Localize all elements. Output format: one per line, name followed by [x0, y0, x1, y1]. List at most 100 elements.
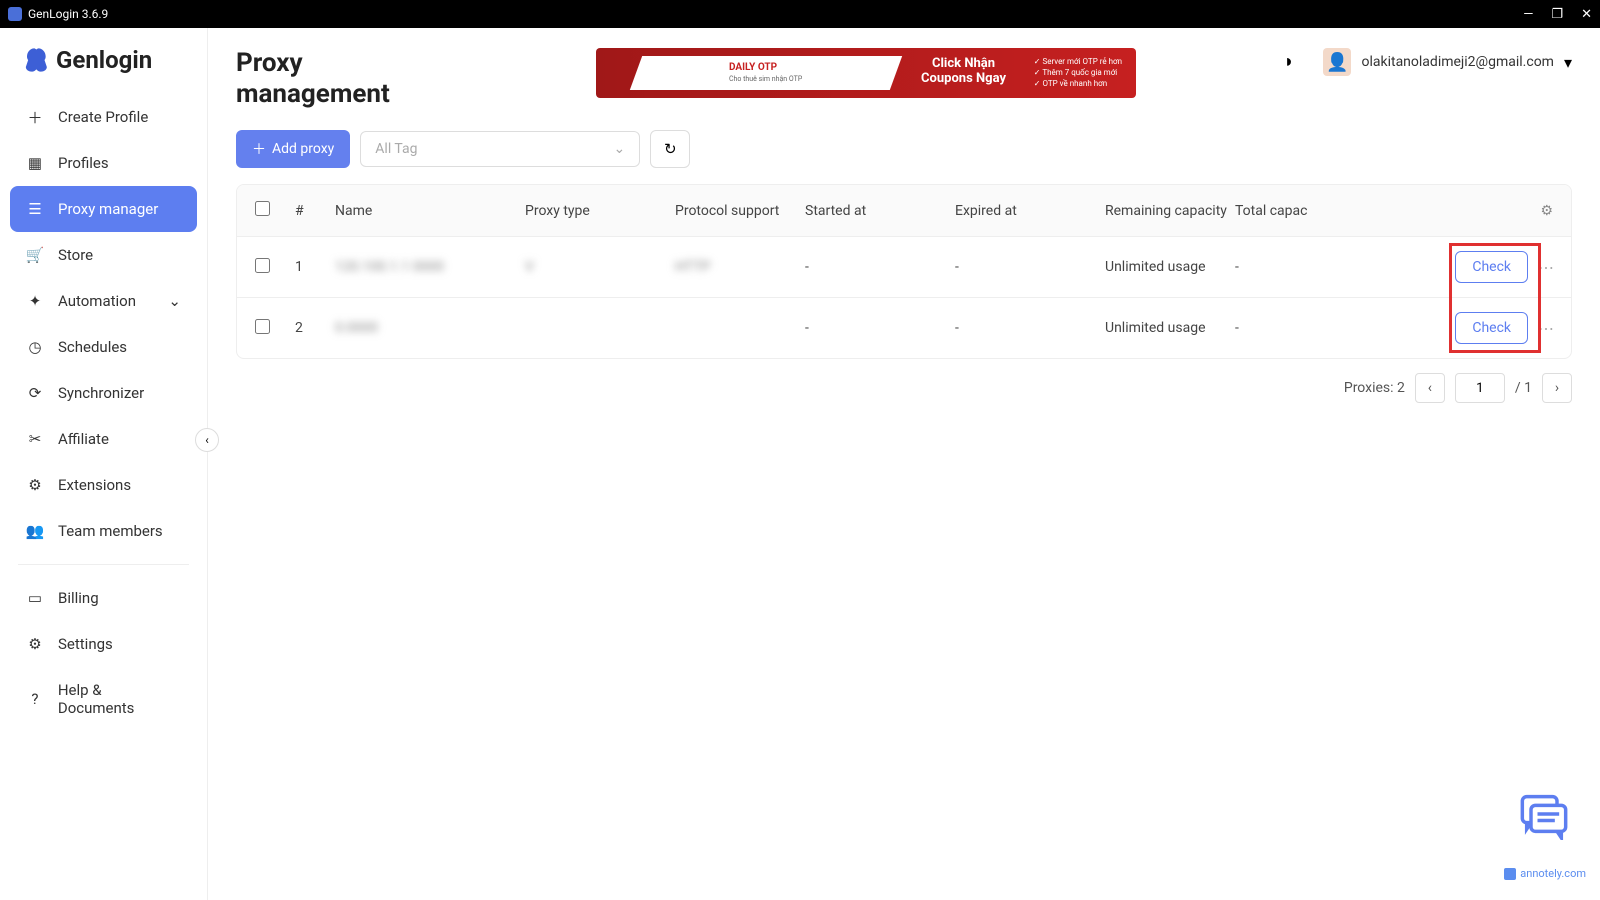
- sidebar-item-label: Proxy manager: [58, 200, 158, 218]
- page-input[interactable]: [1455, 373, 1505, 403]
- clock-icon: ◷: [26, 338, 44, 356]
- col-total: Total capac: [1235, 203, 1325, 219]
- user-menu[interactable]: 👤 olakitanoladimeji2@gmail.com ▾: [1323, 48, 1572, 76]
- grid-icon: ▦: [26, 154, 44, 172]
- sidebar-item-affiliate[interactable]: ✂ Affiliate: [10, 416, 197, 462]
- pagination: Proxies: 2 ‹ / 1 ›: [236, 373, 1572, 403]
- window-titlebar: GenLogin 3.6.9 — ❐ ✕: [0, 0, 1600, 28]
- sidebar-item-proxy-manager[interactable]: ☰ Proxy manager: [10, 186, 197, 232]
- col-protocol: Protocol support: [675, 203, 805, 219]
- help-icon: ?: [26, 690, 44, 708]
- sidebar-item-help[interactable]: ? Help & Documents: [10, 667, 197, 731]
- row-type: V: [525, 259, 675, 275]
- sidebar-item-label: Team members: [58, 522, 163, 540]
- window-title: GenLogin 3.6.9: [28, 7, 108, 21]
- row-expired: -: [955, 320, 1105, 336]
- logo-text: Genlogin: [56, 46, 152, 74]
- sidebar-item-label: Billing: [58, 589, 99, 607]
- promo-banner[interactable]: DAILY OTP Cho thuê sim nhận OTP Click Nh…: [596, 48, 1136, 98]
- proxy-count: Proxies: 2: [1344, 380, 1405, 396]
- chevron-down-icon: ⌄: [168, 292, 181, 310]
- tag-filter-select[interactable]: All Tag ⌄: [360, 131, 640, 167]
- col-num: #: [295, 203, 335, 219]
- sidebar-item-create-profile[interactable]: ＋ Create Profile: [10, 94, 197, 140]
- sidebar-item-label: Extensions: [58, 476, 131, 494]
- sidebar-item-schedules[interactable]: ◷ Schedules: [10, 324, 197, 370]
- chat-icon[interactable]: [1518, 788, 1570, 840]
- refresh-button[interactable]: ↻: [650, 130, 690, 168]
- row-protocol: HTTP: [675, 259, 805, 275]
- sidebar-item-automation[interactable]: ✦ Automation ⌄: [10, 278, 197, 324]
- chevron-down-icon: ⌄: [614, 141, 626, 157]
- puzzle-icon: ⚙: [26, 476, 44, 494]
- sidebar-divider: [18, 564, 189, 565]
- proxy-table: # Name Proxy type Protocol support Start…: [236, 184, 1572, 359]
- close-button[interactable]: ✕: [1581, 7, 1592, 22]
- logo: Genlogin: [10, 46, 197, 94]
- add-proxy-label: Add proxy: [272, 141, 334, 157]
- row-name: 0.0000: [335, 320, 525, 336]
- sidebar-item-label: Store: [58, 246, 93, 264]
- table-row: 1 120.100.1.1 0000 V HTTP - - Unlimited …: [237, 237, 1571, 298]
- card-icon: ▭: [26, 589, 44, 607]
- row-started: -: [805, 259, 955, 275]
- sidebar: Genlogin ＋ Create Profile ▦ Profiles ☰ P…: [0, 28, 208, 900]
- automation-icon: ✦: [26, 292, 44, 310]
- sidebar-item-label: Profiles: [58, 154, 109, 172]
- add-proxy-button[interactable]: ＋ Add proxy: [236, 130, 350, 168]
- page-title: Proxy management: [236, 48, 456, 110]
- col-name: Name: [335, 203, 525, 219]
- page-total: / 1: [1515, 380, 1532, 396]
- team-icon: 👥: [26, 522, 44, 540]
- avatar: 👤: [1323, 48, 1351, 76]
- user-email: olakitanoladimeji2@gmail.com: [1361, 54, 1553, 70]
- sync-icon: ⟳: [26, 384, 44, 402]
- sidebar-item-profiles[interactable]: ▦ Profiles: [10, 140, 197, 186]
- app-icon: [8, 7, 22, 21]
- cart-icon: 🛒: [26, 246, 44, 264]
- logo-icon: [20, 46, 48, 74]
- sidebar-item-settings[interactable]: ⚙ Settings: [10, 621, 197, 667]
- check-button[interactable]: Check: [1455, 251, 1528, 283]
- row-name: 120.100.1.1 0000: [335, 259, 525, 275]
- affiliate-icon: ✂: [26, 430, 44, 448]
- row-started: -: [805, 320, 955, 336]
- more-icon[interactable]: ⋯: [1538, 258, 1553, 277]
- plus-icon: ＋: [26, 108, 44, 126]
- sidebar-item-label: Affiliate: [58, 430, 109, 448]
- table-settings-icon[interactable]: ⚙: [1540, 203, 1553, 219]
- row-remaining: Unlimited usage: [1105, 259, 1235, 275]
- row-checkbox[interactable]: [255, 319, 270, 334]
- check-button[interactable]: Check: [1455, 312, 1528, 344]
- chevron-down-icon: ▾: [1564, 53, 1572, 72]
- row-expired: -: [955, 259, 1105, 275]
- sidebar-item-label: Synchronizer: [58, 384, 144, 402]
- row-remaining: Unlimited usage: [1105, 320, 1235, 336]
- dark-mode-toggle[interactable]: ◗: [1283, 51, 1305, 73]
- sidebar-item-synchronizer[interactable]: ⟳ Synchronizer: [10, 370, 197, 416]
- more-icon[interactable]: ⋯: [1538, 319, 1553, 338]
- sidebar-item-billing[interactable]: ▭ Billing: [10, 575, 197, 621]
- table-row: 2 0.0000 - - Unlimited usage - Check ⋯: [237, 298, 1571, 358]
- tag-placeholder: All Tag: [375, 141, 417, 157]
- row-num: 1: [295, 259, 335, 275]
- sidebar-item-store[interactable]: 🛒 Store: [10, 232, 197, 278]
- annotely-watermark: annotely.com: [1504, 867, 1586, 880]
- sidebar-item-label: Help & Documents: [58, 681, 181, 717]
- row-total: -: [1235, 259, 1325, 275]
- sidebar-collapse-button[interactable]: ‹: [195, 428, 219, 452]
- sidebar-item-extensions[interactable]: ⚙ Extensions: [10, 462, 197, 508]
- maximize-button[interactable]: ❐: [1551, 7, 1563, 22]
- col-started: Started at: [805, 203, 955, 219]
- next-page-button[interactable]: ›: [1542, 373, 1572, 403]
- select-all-checkbox[interactable]: [255, 201, 270, 216]
- row-num: 2: [295, 320, 335, 336]
- col-expired: Expired at: [955, 203, 1105, 219]
- prev-page-button[interactable]: ‹: [1415, 373, 1445, 403]
- proxy-icon: ☰: [26, 200, 44, 218]
- sidebar-item-team[interactable]: 👥 Team members: [10, 508, 197, 554]
- sidebar-item-label: Automation: [58, 292, 136, 310]
- sidebar-item-label: Settings: [58, 635, 113, 653]
- minimize-button[interactable]: —: [1523, 7, 1533, 22]
- row-checkbox[interactable]: [255, 258, 270, 273]
